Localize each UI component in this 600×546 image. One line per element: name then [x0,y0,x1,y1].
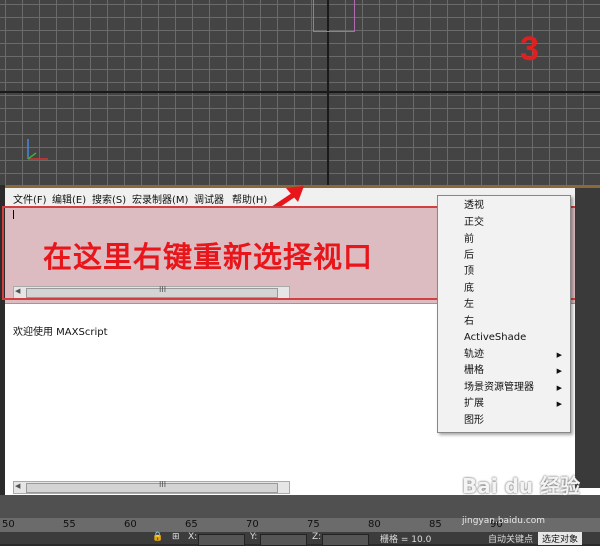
menu-item-scene-explorer[interactable]: 场景资源管理器 ▶ [464,380,564,396]
auto-key-button[interactable]: 自动关键点 [488,532,533,545]
menu-debugger[interactable]: 调试器 [194,191,224,206]
watermark-url: jingyan.baidu.com [462,516,546,526]
listener-welcome-text: 欢迎使用 MAXScript [13,327,108,338]
grid-axis-horizontal [0,91,600,93]
scroll-thumb[interactable] [26,288,278,298]
ruler-label: 85 [429,519,442,530]
menu-item-extended[interactable]: 扩展 ▶ [464,396,564,412]
status-bar: 🔒 ⊞ X: Y: Z: 栅格 = 10.0 自动关键点 选定对象 [0,532,600,546]
menu-file[interactable]: 文件(F) [13,191,47,206]
selected-object[interactable] [313,0,355,32]
menu-item-back[interactable]: 后 [464,248,474,264]
scroll-thumb[interactable] [26,483,278,493]
annotation-text: 在这里右键重新选择视口 [43,240,374,274]
menu-item-extended-label: 扩展 [464,398,484,409]
menu-item-perspective[interactable]: 透视 [464,198,484,214]
ruler-label: 50 [2,519,15,530]
grid-size-label: 栅格 = 10.0 [380,535,432,545]
ruler-label: 65 [185,519,198,530]
viewport-number-label: 3 [520,30,539,68]
z-coord-label: Z: [312,532,322,542]
y-coord-label: Y: [250,532,258,542]
scroll-grip: III [159,285,167,294]
right-panel-edge [575,188,600,488]
viewport-top[interactable]: 3 [0,0,600,185]
x-coord-field[interactable] [198,534,245,546]
menu-item-left[interactable]: 左 [464,297,474,313]
submenu-arrow-icon: ▶ [556,400,562,408]
menu-search[interactable]: 搜索(S) [92,191,126,206]
menu-item-top[interactable]: 顶 [464,264,474,280]
menu-item-grid-label: 栅格 [464,365,484,376]
menu-item-grid[interactable]: 栅格 ▶ [464,363,564,379]
submenu-arrow-icon: ▶ [556,384,562,392]
menu-item-right[interactable]: 右 [464,314,474,330]
menu-item-track[interactable]: 轨迹 ▶ [464,347,564,363]
output-pane-scrollbar[interactable]: ◀ III [13,480,290,494]
menu-item-bottom[interactable]: 底 [464,281,474,297]
ruler-label: 70 [246,519,259,530]
text-caret [13,210,14,219]
macro-pane-scrollbar[interactable]: ◀ III [13,285,290,299]
menu-item-shape[interactable]: 图形 [464,413,484,429]
lock-icon[interactable]: 🔒 [152,532,163,542]
transform-mode-icon[interactable]: ⊞ [172,532,180,542]
selected-set-dropdown[interactable]: 选定对象 [538,532,583,545]
submenu-arrow-icon: ▶ [556,351,562,359]
menu-edit[interactable]: 编辑(E) [52,191,86,206]
menu-item-activeshade[interactable]: ActiveShade [464,330,526,346]
ruler-label: 75 [307,519,320,530]
submenu-arrow-icon: ▶ [556,367,562,375]
scroll-left-icon[interactable]: ◀ [15,287,20,295]
y-coord-field[interactable] [260,534,307,546]
ruler-label: 55 [63,519,76,530]
menu-macro-recorder[interactable]: 宏录制器(M) [132,191,188,206]
axis-gizmo-icon [27,139,48,160]
scroll-grip: III [159,480,167,489]
ruler-label: 80 [368,519,381,530]
z-coord-field[interactable] [322,534,369,546]
menu-item-track-label: 轨迹 [464,349,484,360]
menu-item-orthographic[interactable]: 正交 [464,215,484,231]
viewport-context-menu: 透视 正交 前 后 顶 底 左 右 ActiveShade 轨迹 ▶ 栅格 ▶ … [437,195,571,433]
ruler-label: 60 [124,519,137,530]
x-coord-label: X: [188,532,198,542]
baidu-watermark-logo: Bai du 经验 [462,474,581,498]
scroll-left-icon[interactable]: ◀ [15,482,20,490]
menu-item-scene-explorer-label: 场景资源管理器 [464,382,534,393]
menu-item-front[interactable]: 前 [464,232,474,248]
